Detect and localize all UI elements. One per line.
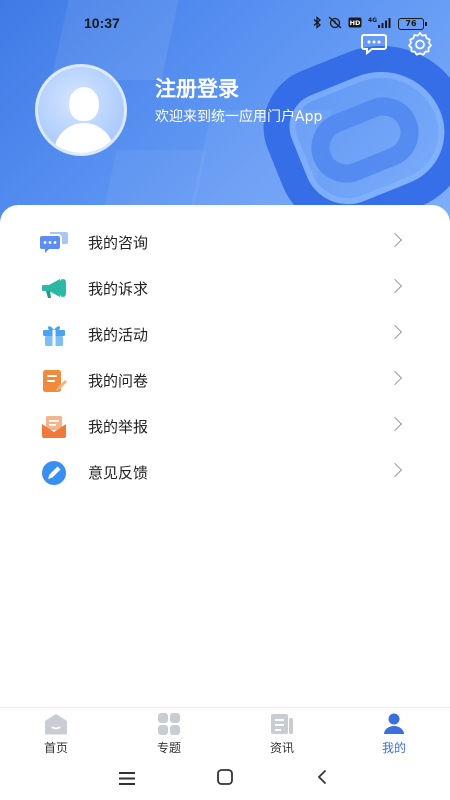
news-icon — [270, 713, 294, 735]
bluetooth-icon — [313, 16, 322, 32]
avatar-placeholder-icon — [69, 87, 99, 121]
feedback-pen-icon — [40, 460, 68, 486]
recent-apps-button[interactable] — [113, 767, 141, 791]
hd-icon: HD — [348, 17, 362, 31]
tab-topics[interactable]: 专题 — [113, 708, 225, 758]
avatar[interactable] — [35, 64, 127, 156]
chevron-right-icon — [387, 278, 403, 294]
back-nav-button[interactable] — [308, 767, 336, 791]
message-icon — [361, 33, 387, 59]
chevron-right-icon — [387, 324, 403, 340]
tab-news[interactable]: 资讯 — [226, 708, 338, 758]
tab-label: 我的 — [381, 741, 406, 755]
alarm-off-icon — [328, 16, 342, 32]
svg-text:4G: 4G — [368, 17, 377, 24]
menu-item-label: 我的举报 — [88, 418, 149, 436]
gift-icon — [40, 322, 68, 348]
bottom-tab-bar: 首页 专题 资讯 我的 — [0, 707, 450, 757]
chevron-right-icon — [387, 416, 403, 432]
chevron-right-icon — [387, 462, 403, 478]
menu-item-label: 我的活动 — [88, 326, 149, 344]
chevron-right-icon — [387, 232, 403, 248]
menu-card: 我的咨询 我的诉求 我的活动 我的问卷 我的举报 意见反馈 — [0, 205, 450, 707]
topics-grid-icon — [157, 713, 181, 735]
tab-home[interactable]: 首页 — [0, 708, 112, 758]
system-nav-bar — [0, 757, 450, 800]
chevron-right-icon — [387, 370, 403, 386]
megaphone-icon — [40, 276, 68, 302]
tab-label: 首页 — [43, 741, 68, 755]
tab-label: 专题 — [156, 741, 181, 755]
gear-icon — [407, 31, 433, 61]
battery-indicator: 76 — [398, 18, 427, 30]
tab-label: 资讯 — [269, 741, 294, 755]
menu-item-label: 我的诉求 — [88, 280, 149, 298]
profile-icon — [382, 713, 406, 735]
home-square-icon — [217, 769, 233, 789]
home-icon — [44, 713, 68, 735]
menu-item-label: 我的问卷 — [88, 372, 149, 390]
settings-button[interactable] — [404, 30, 436, 62]
menu-item-label: 意见反馈 — [88, 464, 149, 482]
home-nav-button[interactable] — [211, 767, 239, 791]
consult-chat-icon — [40, 230, 68, 256]
back-icon — [317, 769, 327, 789]
menu-item-label: 我的咨询 — [88, 234, 149, 252]
questionnaire-icon — [40, 368, 68, 394]
login-register-link[interactable]: 注册登录 — [155, 73, 239, 103]
svg-text:HD: HD — [350, 19, 361, 27]
menu-item-consultation[interactable]: 我的咨询 — [0, 220, 450, 266]
header-decoration — [103, 150, 207, 210]
menu-item-questionnaires[interactable]: 我的问卷 — [0, 358, 450, 404]
messages-button[interactable] — [358, 30, 390, 62]
menu-item-reports[interactable]: 我的举报 — [0, 404, 450, 450]
profile-header: 10:37 HD 4G 76 注册登录 欢迎来到统一应用门户App — [0, 0, 450, 240]
tab-mine[interactable]: 我的 — [338, 708, 450, 758]
welcome-text: 欢迎来到统一应用门户App — [155, 109, 323, 125]
report-mail-icon — [40, 414, 68, 440]
status-time: 10:37 — [84, 15, 120, 31]
menu-icon — [119, 770, 135, 789]
menu-item-appeals[interactable]: 我的诉求 — [0, 266, 450, 312]
menu-item-feedback[interactable]: 意见反馈 — [0, 450, 450, 496]
menu-item-activities[interactable]: 我的活动 — [0, 312, 450, 358]
